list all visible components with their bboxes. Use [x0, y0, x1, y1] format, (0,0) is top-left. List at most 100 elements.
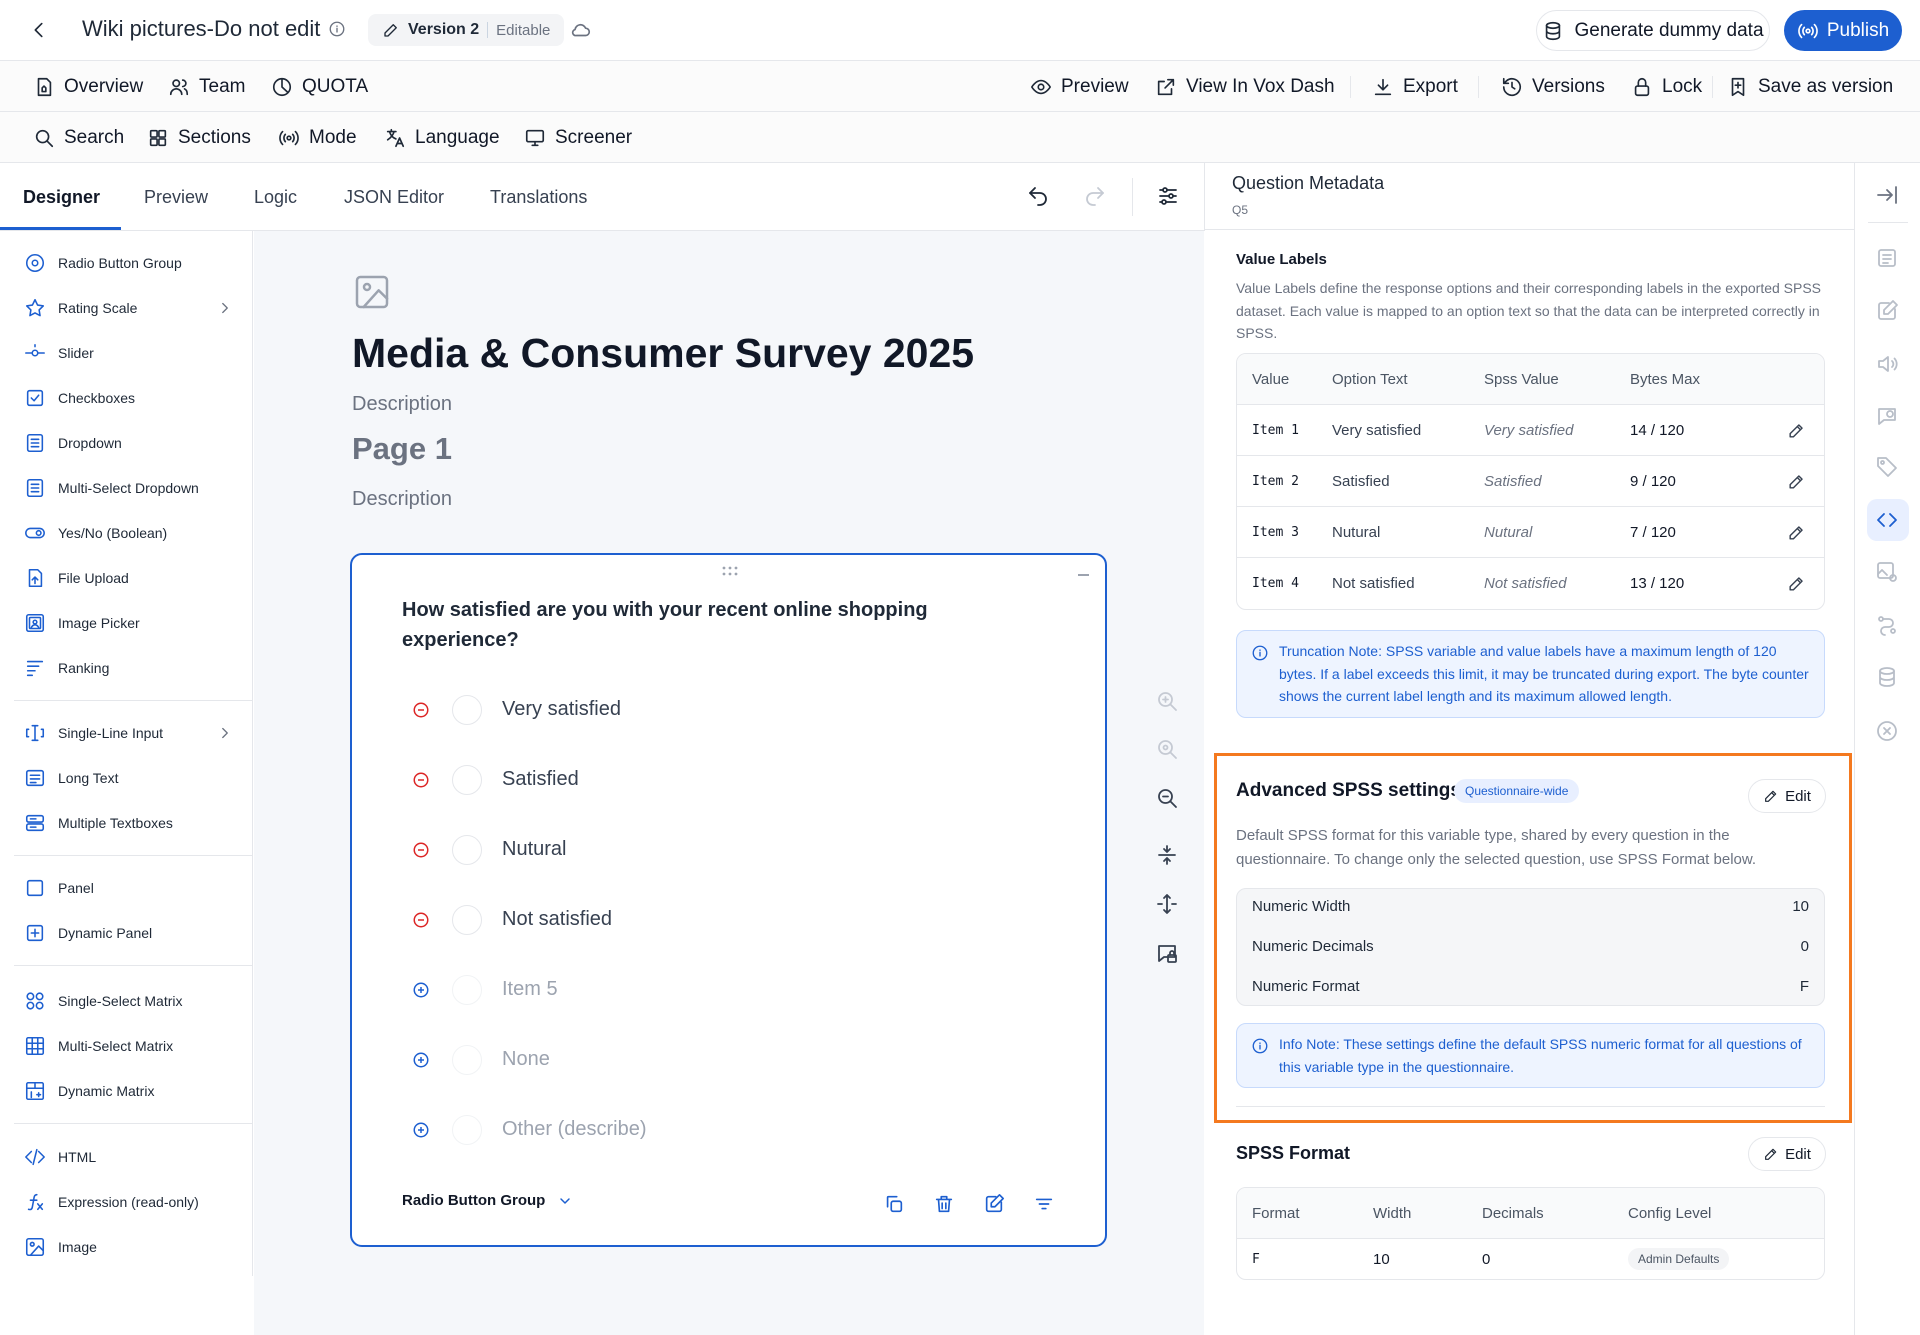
tab-translations[interactable]: Translations [490, 163, 587, 231]
rail-data[interactable] [1875, 665, 1899, 689]
remove-choice-icon[interactable] [412, 911, 430, 929]
rail-audio[interactable] [1875, 352, 1899, 376]
survey-description[interactable]: Description [352, 393, 452, 416]
tool-multi-select-matrix[interactable]: Multi-Select Matrix [24, 1033, 234, 1059]
nav-save-as-version[interactable]: Save as version [1727, 61, 1893, 112]
tool-checkboxes[interactable]: Checkboxes [24, 385, 234, 411]
ghost-choice-label[interactable]: None [502, 1048, 550, 1071]
nav-overview[interactable]: Overview [33, 61, 143, 112]
edit-row-button[interactable] [1787, 523, 1806, 542]
question-title[interactable]: How satisfied are you with your recent o… [402, 595, 962, 655]
page-description[interactable]: Description [352, 488, 452, 511]
tool-image[interactable]: Image [24, 1234, 234, 1260]
nav-screener[interactable]: Screener [524, 112, 632, 163]
tool-dynamic-matrix[interactable]: Dynamic Matrix [24, 1078, 234, 1104]
rail-tags[interactable] [1875, 455, 1899, 479]
tool-ranking[interactable]: Ranking [24, 655, 234, 681]
rail-media[interactable] [1875, 560, 1899, 584]
tab-preview[interactable]: Preview [144, 163, 208, 231]
tool-dynamic-panel[interactable]: Dynamic Panel [24, 920, 234, 946]
question-type-selector[interactable]: Radio Button Group [402, 1192, 573, 1209]
tab-logic[interactable]: Logic [254, 163, 297, 231]
generate-dummy-data-button[interactable]: Generate dummy data [1536, 10, 1770, 51]
expand-all-button[interactable] [1155, 892, 1179, 916]
nav-versions[interactable]: Versions [1501, 61, 1605, 112]
redo-button[interactable] [1083, 184, 1107, 208]
nav-quota[interactable]: QUOTA [271, 61, 368, 112]
page-title[interactable]: Page 1 [352, 431, 452, 467]
rail-close[interactable] [1875, 719, 1899, 743]
settings-button[interactable] [1156, 184, 1180, 208]
nav-view-vox-dash[interactable]: View In Vox Dash [1155, 61, 1335, 112]
duplicate-button[interactable] [883, 1193, 905, 1215]
tool-long-text[interactable]: Long Text [24, 765, 234, 791]
rail-validation[interactable] [1875, 405, 1899, 429]
document-title[interactable]: Wiki pictures-Do not edit [82, 16, 320, 42]
collapse-button[interactable] [1078, 574, 1089, 576]
rail-logic[interactable] [1875, 613, 1899, 637]
nav-preview[interactable]: Preview [1030, 61, 1129, 112]
lock-view-button[interactable] [1155, 942, 1179, 966]
tool-yes-no-boolean[interactable]: Yes/No (Boolean) [24, 520, 234, 546]
delete-button[interactable] [933, 1193, 955, 1215]
tool-html[interactable]: HTML [24, 1144, 234, 1170]
tool-single-select-matrix[interactable]: Single-Select Matrix [24, 988, 234, 1014]
tab-json-editor[interactable]: JSON Editor [344, 163, 444, 231]
radio-circle[interactable] [452, 905, 482, 935]
back-button[interactable] [28, 19, 50, 41]
nav-mode[interactable]: Mode [278, 112, 357, 163]
ghost-choice-label[interactable]: Other (describe) [502, 1118, 647, 1141]
tool-panel[interactable]: Panel [24, 875, 234, 901]
tool-expression[interactable]: Expression (read-only) [24, 1189, 234, 1215]
edit-question-button[interactable] [983, 1193, 1005, 1215]
undo-button[interactable] [1026, 184, 1050, 208]
rail-edit[interactable] [1875, 299, 1899, 323]
add-choice-icon[interactable] [412, 1121, 430, 1139]
zoom-reset-button[interactable] [1155, 737, 1179, 761]
advanced-edit-button[interactable]: Edit [1748, 779, 1826, 813]
rail-general[interactable] [1875, 246, 1899, 270]
tool-rating-scale[interactable]: Rating Scale [24, 295, 234, 321]
choice-label[interactable]: Not satisfied [502, 908, 612, 931]
spss-format-edit-button[interactable]: Edit [1748, 1137, 1826, 1171]
nav-export[interactable]: Export [1372, 61, 1458, 112]
zoom-in-button[interactable] [1155, 689, 1179, 713]
ghost-choice-label[interactable]: Item 5 [502, 978, 558, 1001]
nav-lock[interactable]: Lock [1631, 61, 1702, 112]
version-selector[interactable]: Version 2 Editable [368, 14, 565, 46]
tool-dropdown[interactable]: Dropdown [24, 430, 234, 456]
edit-row-button[interactable] [1787, 472, 1806, 491]
more-options-button[interactable] [1033, 1193, 1055, 1215]
choice-label[interactable]: Nutural [502, 838, 566, 861]
tool-slider[interactable]: Slider [24, 340, 234, 366]
radio-circle[interactable] [452, 835, 482, 865]
choice-label[interactable]: Very satisfied [502, 698, 621, 721]
collapse-all-button[interactable] [1155, 843, 1179, 867]
radio-circle[interactable] [452, 695, 482, 725]
tab-designer[interactable]: Designer [23, 163, 100, 231]
radio-circle[interactable] [452, 765, 482, 795]
tool-multi-select-dropdown[interactable]: Multi-Select Dropdown [24, 475, 234, 501]
tool-image-picker[interactable]: Image Picker [24, 610, 234, 636]
remove-choice-icon[interactable] [412, 841, 430, 859]
nav-search[interactable]: Search [33, 112, 124, 163]
nav-language[interactable]: Language [384, 112, 500, 163]
add-choice-icon[interactable] [412, 1051, 430, 1069]
info-icon[interactable] [328, 20, 346, 38]
rail-code[interactable] [1875, 508, 1899, 532]
choice-label[interactable]: Satisfied [502, 768, 579, 791]
survey-title[interactable]: Media & Consumer Survey 2025 [352, 330, 974, 377]
zoom-out-button[interactable] [1155, 786, 1179, 810]
nav-sections[interactable]: Sections [147, 112, 251, 163]
publish-button[interactable]: Publish [1784, 10, 1902, 51]
add-choice-icon[interactable] [412, 981, 430, 999]
edit-row-button[interactable] [1787, 421, 1806, 440]
tool-single-line-input[interactable]: Single-Line Input [24, 720, 234, 746]
tool-file-upload[interactable]: File Upload [24, 565, 234, 591]
remove-choice-icon[interactable] [412, 701, 430, 719]
nav-team[interactable]: Team [168, 61, 245, 112]
edit-row-button[interactable] [1787, 574, 1806, 593]
tool-radio-button-group[interactable]: Radio Button Group [24, 250, 234, 276]
tool-multiple-textboxes[interactable]: Multiple Textboxes [24, 810, 234, 836]
collapse-panel-button[interactable] [1875, 183, 1899, 207]
